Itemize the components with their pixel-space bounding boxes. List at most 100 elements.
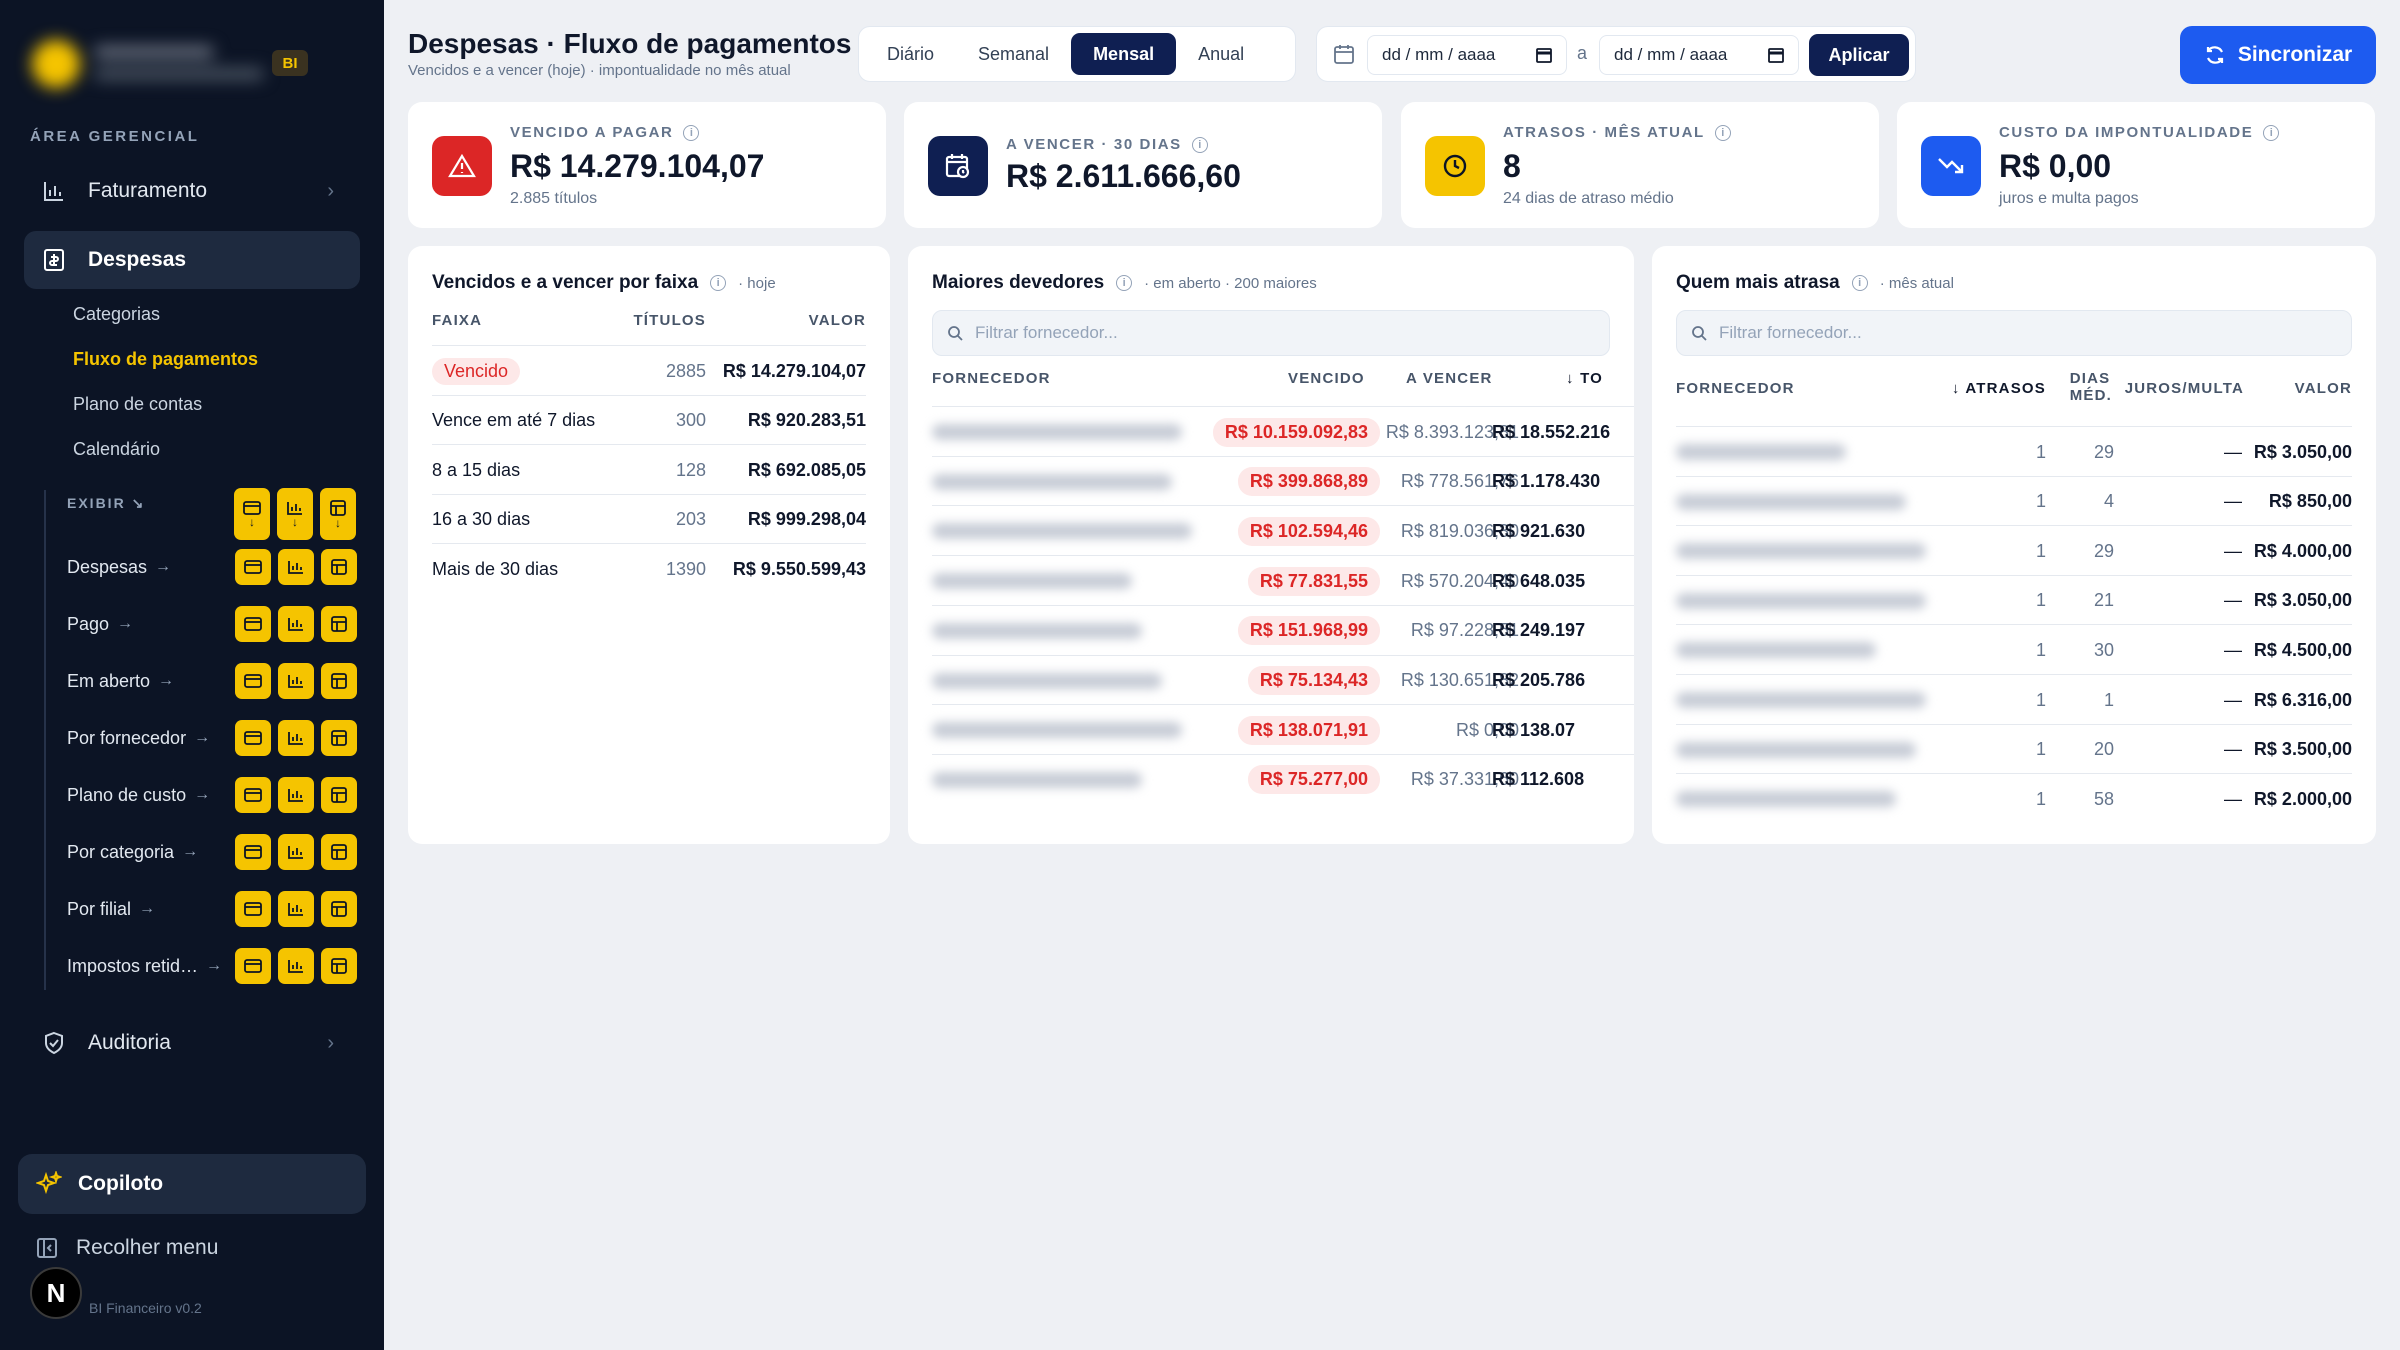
table-row[interactable]: 8 a 15 dias 128 R$ 692.085,05 — [432, 444, 866, 494]
card-view-icon[interactable] — [235, 720, 271, 756]
exibir-row-buttons — [235, 549, 357, 585]
chart-view-icon[interactable] — [278, 777, 314, 813]
table-row[interactable]: 1 29 — R$ 3.050,00 — [1676, 426, 2352, 476]
period-selector: Diário Semanal Mensal Anual — [858, 26, 1296, 82]
table-view-icon[interactable] — [321, 663, 357, 699]
col-fornecedor[interactable]: FORNECEDOR — [1676, 380, 1795, 397]
exibir-row[interactable]: Impostos retid… → — [67, 946, 357, 986]
apply-button[interactable]: Aplicar — [1809, 34, 1909, 76]
table-download-icon[interactable]: ↓ — [320, 488, 356, 540]
chart-view-icon[interactable] — [278, 720, 314, 756]
table-view-icon[interactable] — [321, 891, 357, 927]
table-row[interactable]: Vence em até 7 dias 300 R$ 920.283,51 — [432, 394, 866, 445]
chart-view-icon[interactable] — [278, 606, 314, 642]
chart-view-icon[interactable] — [278, 549, 314, 585]
col-titulos[interactable]: TÍTULOS — [633, 312, 706, 329]
fornecedor-filter-input[interactable]: Filtrar fornecedor... — [1676, 310, 2352, 356]
table-row[interactable]: R$ 75.277,00 R$ 37.331,60 R$ 112.608 — [932, 753, 1634, 804]
table-row[interactable]: R$ 77.831,55 R$ 570.204,40 R$ 648.035 — [932, 555, 1634, 605]
dias-medio-value: 29 — [2093, 441, 2114, 462]
calendar-clock-icon — [928, 136, 988, 196]
info-icon: i — [710, 275, 727, 291]
table-view-icon[interactable] — [321, 606, 357, 642]
tab-anual[interactable]: Anual — [1176, 33, 1266, 75]
exibir-row[interactable]: Despesas → — [67, 547, 357, 587]
chart-view-icon[interactable] — [278, 834, 314, 870]
exibir-row[interactable]: Por filial → — [67, 889, 357, 929]
chart-view-icon[interactable] — [278, 663, 314, 699]
col-fornecedor[interactable]: FORNECEDOR — [932, 370, 1051, 387]
col-valor[interactable]: VALOR — [809, 312, 866, 329]
arrow-right-icon: → — [182, 843, 199, 860]
card-view-icon[interactable] — [235, 891, 271, 927]
table-view-icon[interactable] — [321, 549, 357, 585]
nav-despesas[interactable]: Despesas — [24, 231, 360, 289]
table-row[interactable]: 1 29 — R$ 4.000,00 — [1676, 525, 2352, 575]
card-view-icon[interactable] — [235, 834, 271, 870]
copiloto-button[interactable]: Copiloto — [18, 1154, 366, 1214]
calendar-picker-icon[interactable] — [1536, 47, 1552, 68]
col-total[interactable]: ↓ TO — [1566, 370, 1603, 387]
exibir-row[interactable]: Pago → — [67, 604, 357, 644]
exibir-row[interactable]: Por fornecedor → — [67, 718, 357, 758]
fornecedor-name-redacted — [1676, 692, 1926, 708]
calendar-picker-icon[interactable] — [1768, 47, 1784, 68]
tab-diario[interactable]: Diário — [865, 33, 956, 75]
chart-view-icon[interactable] — [278, 948, 314, 984]
table-row[interactable]: R$ 399.868,89 R$ 778.561,76 R$ 1.178.430 — [932, 455, 1634, 506]
nav-faturamento[interactable]: Faturamento › — [24, 162, 360, 220]
card-view-icon[interactable] — [235, 948, 271, 984]
sub-item-calendario[interactable]: Calendário — [73, 439, 160, 460]
table-row[interactable]: Mais de 30 dias 1390 R$ 9.550.599,43 — [432, 543, 866, 593]
col-valor[interactable]: VALOR — [2295, 380, 2352, 397]
date-from-input[interactable]: dd / mm / aaaa — [1367, 35, 1567, 75]
card-view-icon[interactable] — [235, 549, 271, 585]
table-row[interactable]: R$ 102.594,46 R$ 819.036,30 R$ 921.630 — [932, 505, 1634, 555]
table-view-icon[interactable] — [321, 720, 357, 756]
table-row[interactable]: 1 58 — R$ 2.000,00 — [1676, 773, 2352, 823]
chart-view-icon[interactable] — [278, 891, 314, 927]
col-juros-multa[interactable]: JUROS/MULTA — [2125, 380, 2244, 397]
card-view-icon[interactable] — [235, 663, 271, 699]
table-row[interactable]: R$ 151.968,99 R$ 97.228,51 R$ 249.197 — [932, 604, 1634, 655]
exibir-row[interactable]: Em aberto → — [67, 661, 357, 701]
table-row[interactable]: R$ 75.134,43 R$ 130.651,82 R$ 205.786 — [932, 654, 1634, 705]
table-row[interactable]: 1 4 — R$ 850,00 — [1676, 475, 2352, 526]
col-atrasos[interactable]: ↓ ATRASOS — [1952, 380, 2046, 397]
table-row[interactable]: 1 21 — R$ 3.050,00 — [1676, 574, 2352, 625]
avatar[interactable]: N — [30, 1267, 82, 1319]
card-view-icon[interactable] — [235, 606, 271, 642]
table-row[interactable]: Vencido 2885 R$ 14.279.104,07 — [432, 345, 866, 395]
table-view-icon[interactable] — [321, 948, 357, 984]
dias-medio-value: 29 — [2093, 540, 2114, 561]
card-view-icon[interactable] — [235, 777, 271, 813]
sync-button[interactable]: Sincronizar — [2180, 26, 2376, 84]
col-dias-med[interactable]: DIAS MÉD. — [2070, 370, 2112, 404]
table-row[interactable]: 1 20 — R$ 3.500,00 — [1676, 723, 2352, 774]
fornecedor-filter-input[interactable]: Filtrar fornecedor... — [932, 310, 1610, 356]
table-row[interactable]: R$ 138.071,91 R$ 0,00 R$ 138.07 — [932, 704, 1634, 754]
nav-auditoria[interactable]: Auditoria › — [24, 1014, 360, 1072]
sub-item-categorias[interactable]: Categorias — [73, 304, 160, 325]
sub-item-fluxo-pagamentos[interactable]: Fluxo de pagamentos — [73, 349, 258, 370]
tab-semanal[interactable]: Semanal — [956, 33, 1071, 75]
table-row[interactable]: 1 30 — R$ 4.500,00 — [1676, 624, 2352, 674]
collapse-menu-button[interactable]: Recolher menu — [36, 1236, 218, 1260]
table-view-icon[interactable] — [321, 777, 357, 813]
tab-mensal[interactable]: Mensal — [1071, 33, 1177, 75]
table-view-icon[interactable] — [321, 834, 357, 870]
date-to-input[interactable]: dd / mm / aaaa — [1599, 35, 1799, 75]
table-row[interactable]: 1 1 — R$ 6.316,00 — [1676, 674, 2352, 724]
col-vencido[interactable]: VENCIDO — [1288, 370, 1365, 387]
table-row[interactable]: R$ 10.159.092,83 R$ 8.393.123,81 R$ 18.5… — [932, 406, 1634, 456]
card-download-icon[interactable]: ↓ — [234, 488, 270, 540]
col-a-vencer[interactable]: A VENCER — [1406, 370, 1493, 387]
exibir-row-buttons — [235, 777, 357, 813]
exibir-row[interactable]: Plano de custo → — [67, 775, 357, 815]
col-faixa[interactable]: FAIXA — [432, 312, 482, 329]
table-row[interactable]: 16 a 30 dias 203 R$ 999.298,04 — [432, 493, 866, 544]
sub-item-plano-contas[interactable]: Plano de contas — [73, 394, 202, 415]
titulos-value: 203 — [675, 509, 706, 529]
chart-download-icon[interactable]: ↓ — [277, 488, 313, 540]
exibir-row[interactable]: Por categoria → — [67, 832, 357, 872]
